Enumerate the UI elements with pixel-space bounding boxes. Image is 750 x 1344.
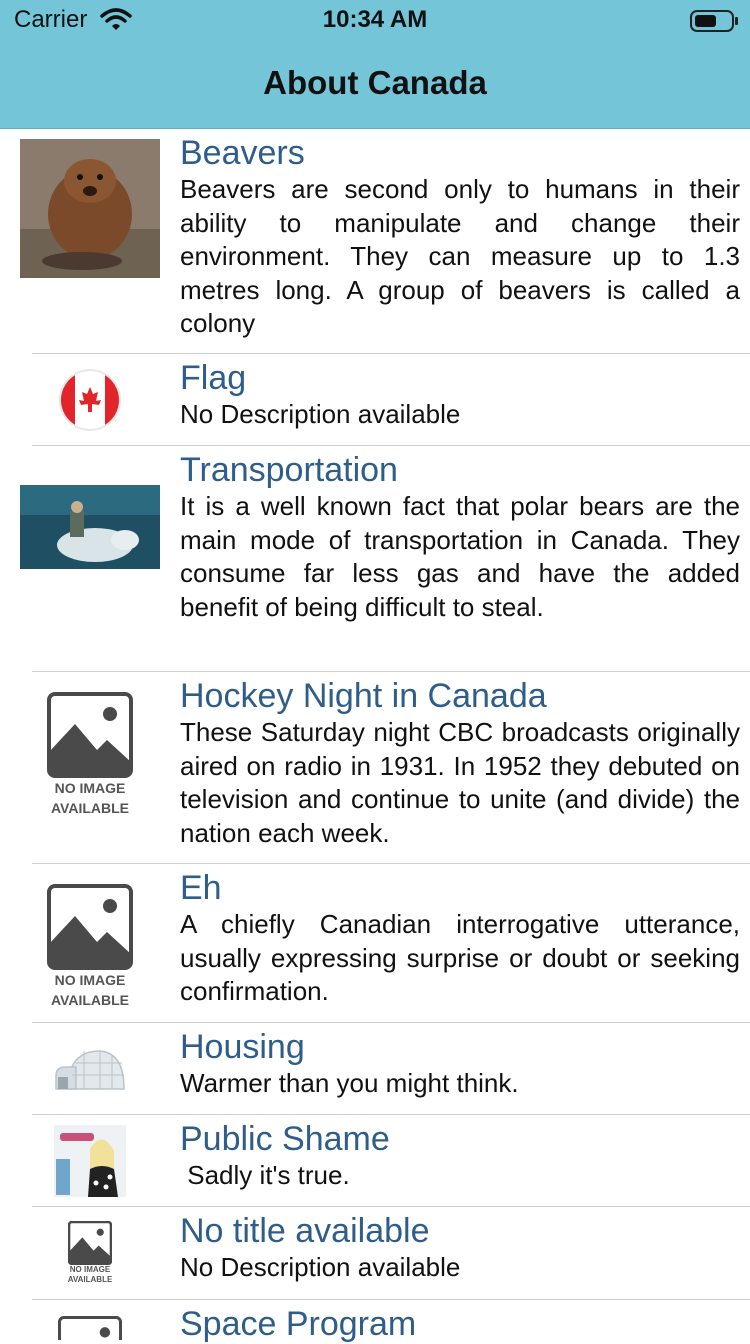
no-image-label: NO IMAGE — [54, 972, 126, 988]
clock-label: 10:34 AM — [322, 6, 428, 33]
list-item[interactable]: NO IMAGE AVAILABLE Eh A chiefly Canadian… — [0, 864, 750, 1023]
no-image-label: NO IMAGE — [69, 1265, 111, 1274]
list-item[interactable]: NO IMAGE AVAILABLE Hockey Night in Canad… — [0, 672, 750, 864]
row-description: It is a well known fact that polar bears… — [180, 491, 740, 622]
row-title: Space Program — [180, 1305, 417, 1343]
row-title: Flag — [180, 359, 247, 397]
no-image-placeholder-small: NO IMAGE AVAILABLE — [20, 1221, 160, 1285]
row-title: Eh — [180, 869, 222, 907]
row-title: Transportation — [180, 451, 398, 489]
album-cover-image — [20, 1125, 160, 1197]
image-placeholder-icon — [58, 1316, 122, 1340]
list-item[interactable]: Public Shame Sadly it's true. — [0, 1115, 750, 1207]
no-image-label: AVAILABLE — [50, 992, 130, 1008]
polar-bear-photo — [20, 485, 160, 569]
no-image-label: AVAILABLE — [67, 1275, 113, 1284]
row-title: Beavers — [180, 134, 305, 172]
row-description: No Description available — [180, 399, 461, 429]
list-item[interactable]: Housing Warmer than you might think. — [0, 1023, 750, 1115]
list-item[interactable]: Space Program — [0, 1300, 750, 1343]
list-item[interactable]: NO IMAGE AVAILABLE No title available No… — [0, 1207, 750, 1300]
no-image-placeholder: NO IMAGE AVAILABLE — [20, 882, 160, 1012]
image-placeholder-icon — [68, 1221, 112, 1265]
row-description: Warmer than you might think. — [180, 1068, 519, 1098]
canada-flag-icon — [20, 368, 160, 432]
facts-list[interactable]: Beavers Beavers are second only to human… — [0, 129, 750, 1343]
igloo-image — [20, 1041, 160, 1097]
row-title: No title available — [180, 1212, 430, 1250]
row-title: Housing — [180, 1028, 305, 1066]
no-image-label: AVAILABLE — [50, 800, 130, 816]
row-description: No Description available — [180, 1252, 461, 1282]
status-bar: Carrier 10:34 AM — [0, 0, 750, 40]
image-placeholder-icon — [47, 692, 133, 778]
no-image-placeholder — [20, 1316, 160, 1340]
no-image-placeholder: NO IMAGE AVAILABLE — [20, 690, 160, 820]
row-description: A chiefly Canadian interrogative utteran… — [180, 909, 740, 1006]
row-description: Sadly it's true. — [180, 1160, 350, 1190]
row-description: These Saturday night CBC broadcasts orig… — [180, 717, 740, 848]
row-title: Hockey Night in Canada — [180, 677, 547, 715]
beaver-photo — [20, 139, 160, 278]
list-item[interactable]: Flag No Description available — [0, 354, 750, 446]
navigation-bar: Carrier 10:34 AM About Canada — [0, 0, 750, 129]
row-description: Beavers are second only to humans in the… — [180, 174, 740, 338]
list-item[interactable]: Transportation It is a well known fact t… — [0, 446, 750, 672]
battery-icon — [690, 9, 740, 38]
no-image-label: NO IMAGE — [54, 780, 126, 796]
row-title: Public Shame — [180, 1120, 390, 1158]
image-placeholder-icon — [47, 884, 133, 970]
list-item[interactable]: Beavers Beavers are second only to human… — [0, 129, 750, 354]
page-title: About Canada — [263, 64, 487, 101]
